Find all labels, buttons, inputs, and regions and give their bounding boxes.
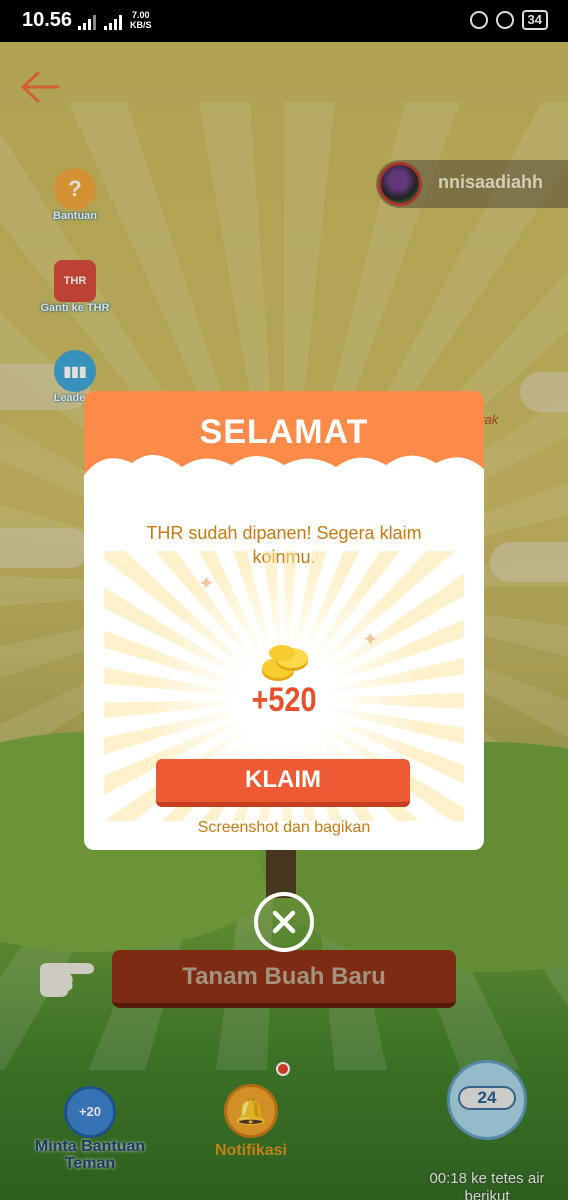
lock-rotation-icon [469, 11, 488, 29]
signal-icon [78, 15, 96, 30]
network-speed-unit: KB/S [130, 20, 152, 30]
claim-button[interactable]: KLAIM [156, 759, 410, 807]
signal-icon-2 [104, 15, 122, 30]
network-speed-value: 7.00 [131, 10, 150, 20]
status-icons: 34 [469, 10, 548, 30]
cloud-divider [84, 449, 484, 503]
congrats-modal: SELAMAT THR sudah dipanen! Segera klaim … [84, 391, 484, 850]
alarm-icon [495, 11, 514, 29]
status-bar: 10.56 7.00 KB/S 34 [0, 0, 568, 42]
coins-icon [262, 645, 308, 681]
close-icon[interactable] [254, 892, 314, 952]
reward-amount: +520 [251, 681, 317, 719]
network-speed: 7.00 KB/S [130, 10, 152, 30]
status-time: 10.56 [22, 9, 73, 31]
battery-indicator: 34 [521, 10, 548, 30]
screenshot-share-link[interactable]: Screenshot dan bagikan [84, 819, 484, 837]
modal-title: SELAMAT [199, 413, 369, 451]
sparkle-icon: ✦ [362, 629, 379, 651]
sparkle-icon: ✦ [198, 573, 215, 595]
